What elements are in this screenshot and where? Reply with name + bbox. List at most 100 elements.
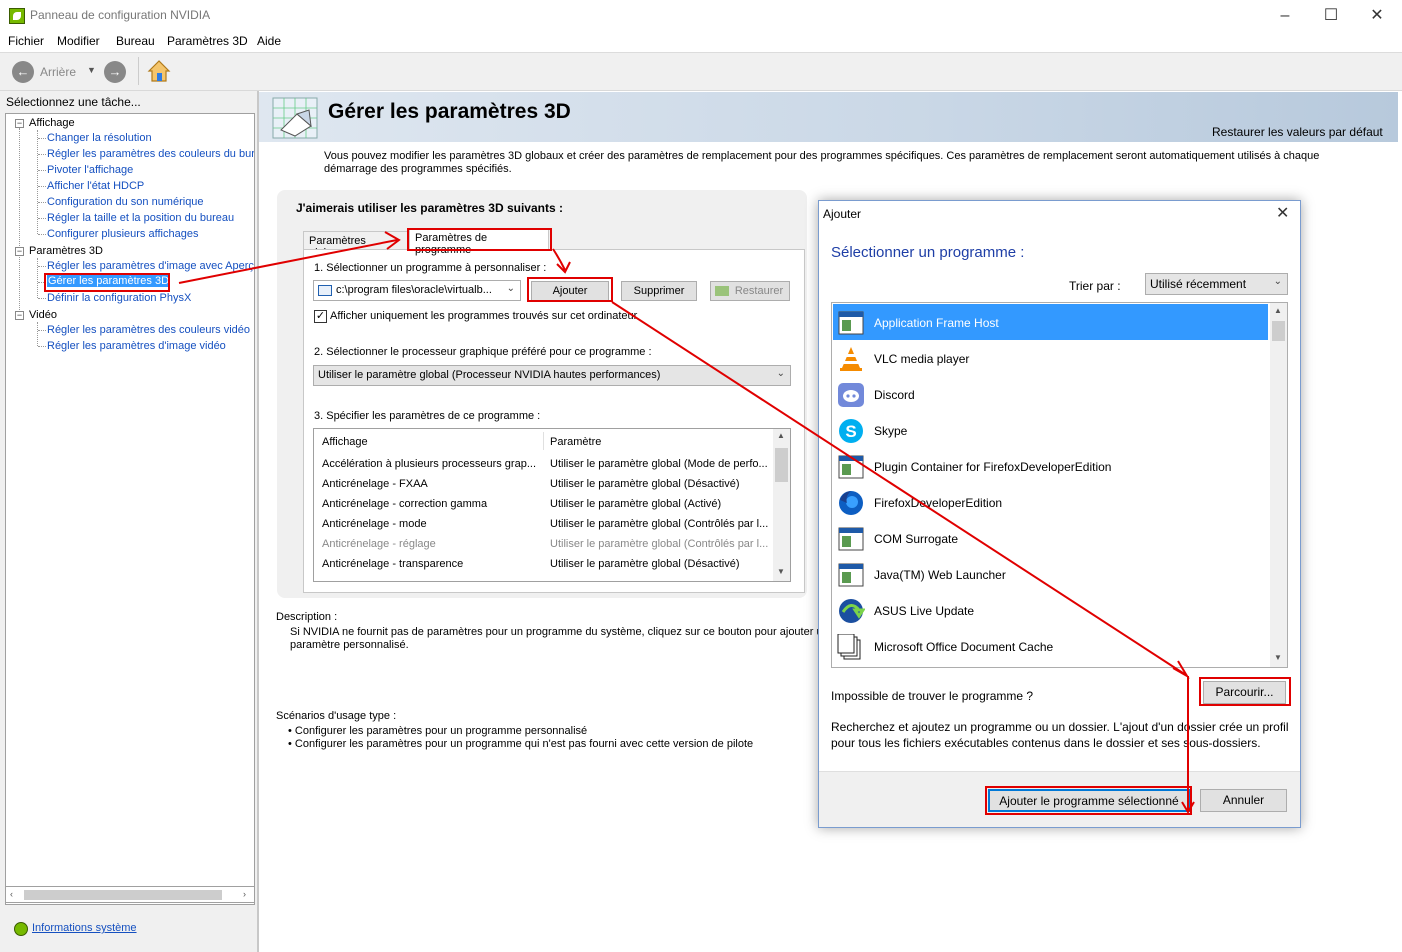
list-row-feature[interactable]: Accélération à plusieurs processeurs gra… <box>322 458 536 470</box>
sort-select[interactable]: Utilisé récemment ⌄ <box>1145 273 1288 295</box>
program-name: Discord <box>874 388 915 402</box>
collapse-icon[interactable]: − <box>15 311 24 320</box>
home-icon[interactable] <box>147 59 171 83</box>
program-select[interactable]: c:\program files\oracle\virtualb... ⌄ <box>313 280 521 301</box>
tree-item-changer-resolution[interactable]: Changer la résolution <box>47 132 152 144</box>
gpu-select[interactable]: Utiliser le paramètre global (Processeur… <box>313 365 791 386</box>
tree-connector <box>38 298 46 299</box>
menu-aide[interactable]: Aide <box>257 34 281 48</box>
tree-category-affichage[interactable]: Affichage <box>29 117 75 129</box>
program-name: COM Surrogate <box>874 532 959 546</box>
chevron-down-icon: ⌄ <box>776 368 785 379</box>
list-item[interactable]: Plugin Container for FirefoxDeveloperEdi… <box>833 448 1268 484</box>
tree-category-video[interactable]: Vidéo <box>29 309 57 321</box>
program-list-scrollbar[interactable]: ▲ ▼ <box>1270 303 1287 667</box>
scroll-up-icon[interactable]: ▲ <box>777 431 785 440</box>
list-row-value[interactable]: Utiliser le paramètre global (Mode de pe… <box>550 458 768 470</box>
back-label[interactable]: Arrière <box>40 65 76 79</box>
menu-bureau[interactable]: Bureau <box>116 34 155 48</box>
tree-connector <box>37 322 38 346</box>
scroll-down-icon[interactable]: ▼ <box>1274 653 1282 662</box>
back-arrow-icon[interactable]: ← <box>12 61 34 83</box>
list-item[interactable]: Java(TM) Web Launcher <box>833 556 1268 592</box>
show-only-checkbox[interactable]: ✓ <box>314 310 327 323</box>
nvidia-logo-icon <box>715 286 729 296</box>
column-header-feature[interactable]: Affichage <box>322 436 368 448</box>
dialog-heading: Sélectionner un programme : <box>831 244 1025 261</box>
list-row-value[interactable]: Utiliser le paramètre global (Désactivé) <box>550 478 740 490</box>
tree-item-couleurs-bureau[interactable]: Régler les paramètres des couleurs du bu… <box>47 148 254 160</box>
tree-item-plusieurs-affichages[interactable]: Configurer plusieurs affichages <box>47 228 198 240</box>
scroll-thumb[interactable] <box>775 448 788 482</box>
system-info-link[interactable]: Informations système <box>32 922 137 934</box>
list-row-feature[interactable]: Anticrénelage - mode <box>322 518 427 530</box>
dialog-close-icon[interactable]: ✕ <box>1276 203 1289 223</box>
scroll-down-icon[interactable]: ▼ <box>777 567 785 576</box>
app-frame-host-icon <box>838 311 864 335</box>
list-item[interactable]: Microsoft Office Document Cache <box>833 628 1268 664</box>
restore-defaults-link[interactable]: Restaurer les valeurs par défaut <box>1212 125 1383 139</box>
tree-item-hdcp[interactable]: Afficher l'état HDCP <box>47 180 144 192</box>
tree-item-image-video[interactable]: Régler les paramètres d'image vidéo <box>47 340 226 352</box>
scroll-up-icon[interactable]: ▲ <box>1274 306 1282 315</box>
maximize-button[interactable]: ☐ <box>1308 0 1354 31</box>
history-dropdown-icon[interactable]: ▼ <box>87 65 96 75</box>
dialog-hint: Recherchez et ajoutez un programme ou un… <box>831 720 1289 750</box>
collapse-icon[interactable]: − <box>15 247 24 256</box>
scroll-thumb[interactable] <box>24 890 222 900</box>
tab-parametres-globaux[interactable]: Paramètres globaux <box>303 231 409 259</box>
menu-parametres-3d[interactable]: Paramètres 3D <box>167 34 248 48</box>
list-row-feature[interactable]: Anticrénelage - transparence <box>322 558 463 570</box>
list-item[interactable]: VLC media player <box>833 340 1268 376</box>
system-info-icon[interactable] <box>14 922 28 936</box>
vlc-cone-icon <box>840 347 862 371</box>
tree-item-physx[interactable]: Définir la configuration PhysX <box>47 292 191 304</box>
scroll-right-icon[interactable]: › <box>243 889 246 899</box>
window-program-icon <box>838 563 864 587</box>
restore-button[interactable]: Restaurer <box>710 281 790 301</box>
program-name: VLC media player <box>874 352 970 366</box>
column-header-value[interactable]: Paramètre <box>550 436 601 448</box>
menu-modifier[interactable]: Modifier <box>57 34 100 48</box>
list-item[interactable]: COM Surrogate <box>833 520 1268 556</box>
list-row-value[interactable]: Utiliser le paramètre global (Désactivé) <box>550 558 740 570</box>
cancel-button[interactable]: Annuler <box>1200 789 1287 812</box>
tree-connector <box>38 202 46 203</box>
program-list: Application Frame Host VLC media player … <box>831 302 1288 668</box>
tree-connector <box>38 186 46 187</box>
close-window-button[interactable]: ✕ <box>1354 0 1400 31</box>
collapse-icon[interactable]: − <box>15 119 24 128</box>
list-row-feature[interactable]: Anticrénelage - FXAA <box>322 478 428 490</box>
settings-vertical-scrollbar[interactable]: ▲ ▼ <box>773 429 790 581</box>
list-row-value[interactable]: Utiliser le paramètre global (Activé) <box>550 498 721 510</box>
tree-item-couleurs-video[interactable]: Régler les paramètres des couleurs vidéo <box>47 324 250 336</box>
tree-item-taille-position[interactable]: Régler la taille et la position du burea… <box>47 212 234 224</box>
tree-connector <box>38 346 46 347</box>
tree-horizontal-scrollbar[interactable]: ‹ › <box>5 886 255 903</box>
usage-item: • Configurer les paramètres pour un prog… <box>288 738 754 750</box>
usage-item: • Configurer les paramètres pour un prog… <box>288 725 588 737</box>
minimize-button[interactable]: – <box>1262 0 1308 31</box>
list-item[interactable]: S Skype <box>833 412 1268 448</box>
scroll-left-icon[interactable]: ‹ <box>10 889 13 899</box>
tree-item-pivoter[interactable]: Pivoter l'affichage <box>47 164 133 176</box>
3d-settings-icon <box>272 97 318 139</box>
list-item-selected[interactable]: Application Frame Host <box>833 304 1268 340</box>
remove-button[interactable]: Supprimer <box>621 281 697 301</box>
tree-item-son-numerique[interactable]: Configuration du son numérique <box>47 196 204 208</box>
list-item[interactable]: ASUS Live Update <box>833 592 1268 628</box>
list-row-feature[interactable]: Anticrénelage - correction gamma <box>322 498 487 510</box>
list-item[interactable]: FirefoxDeveloperEdition <box>833 484 1268 520</box>
toolbar <box>0 53 1402 91</box>
window-program-icon <box>838 527 864 551</box>
menu-fichier[interactable]: Fichier <box>8 34 44 48</box>
scroll-thumb[interactable] <box>1272 321 1285 341</box>
show-only-label: Afficher uniquement les programmes trouv… <box>330 310 638 322</box>
tree-category-parametres-3d[interactable]: Paramètres 3D <box>29 245 103 257</box>
list-item[interactable]: Discord <box>833 376 1268 412</box>
tree-item-image-apercu[interactable]: Régler les paramètres d'image avec Aperç… <box>47 260 254 272</box>
list-row-value[interactable]: Utiliser le paramètre global (Contrôlés … <box>550 518 768 530</box>
tree-connector <box>38 170 46 171</box>
forward-arrow-icon[interactable]: → <box>104 61 126 83</box>
highlight-gerer-3d <box>44 273 170 292</box>
